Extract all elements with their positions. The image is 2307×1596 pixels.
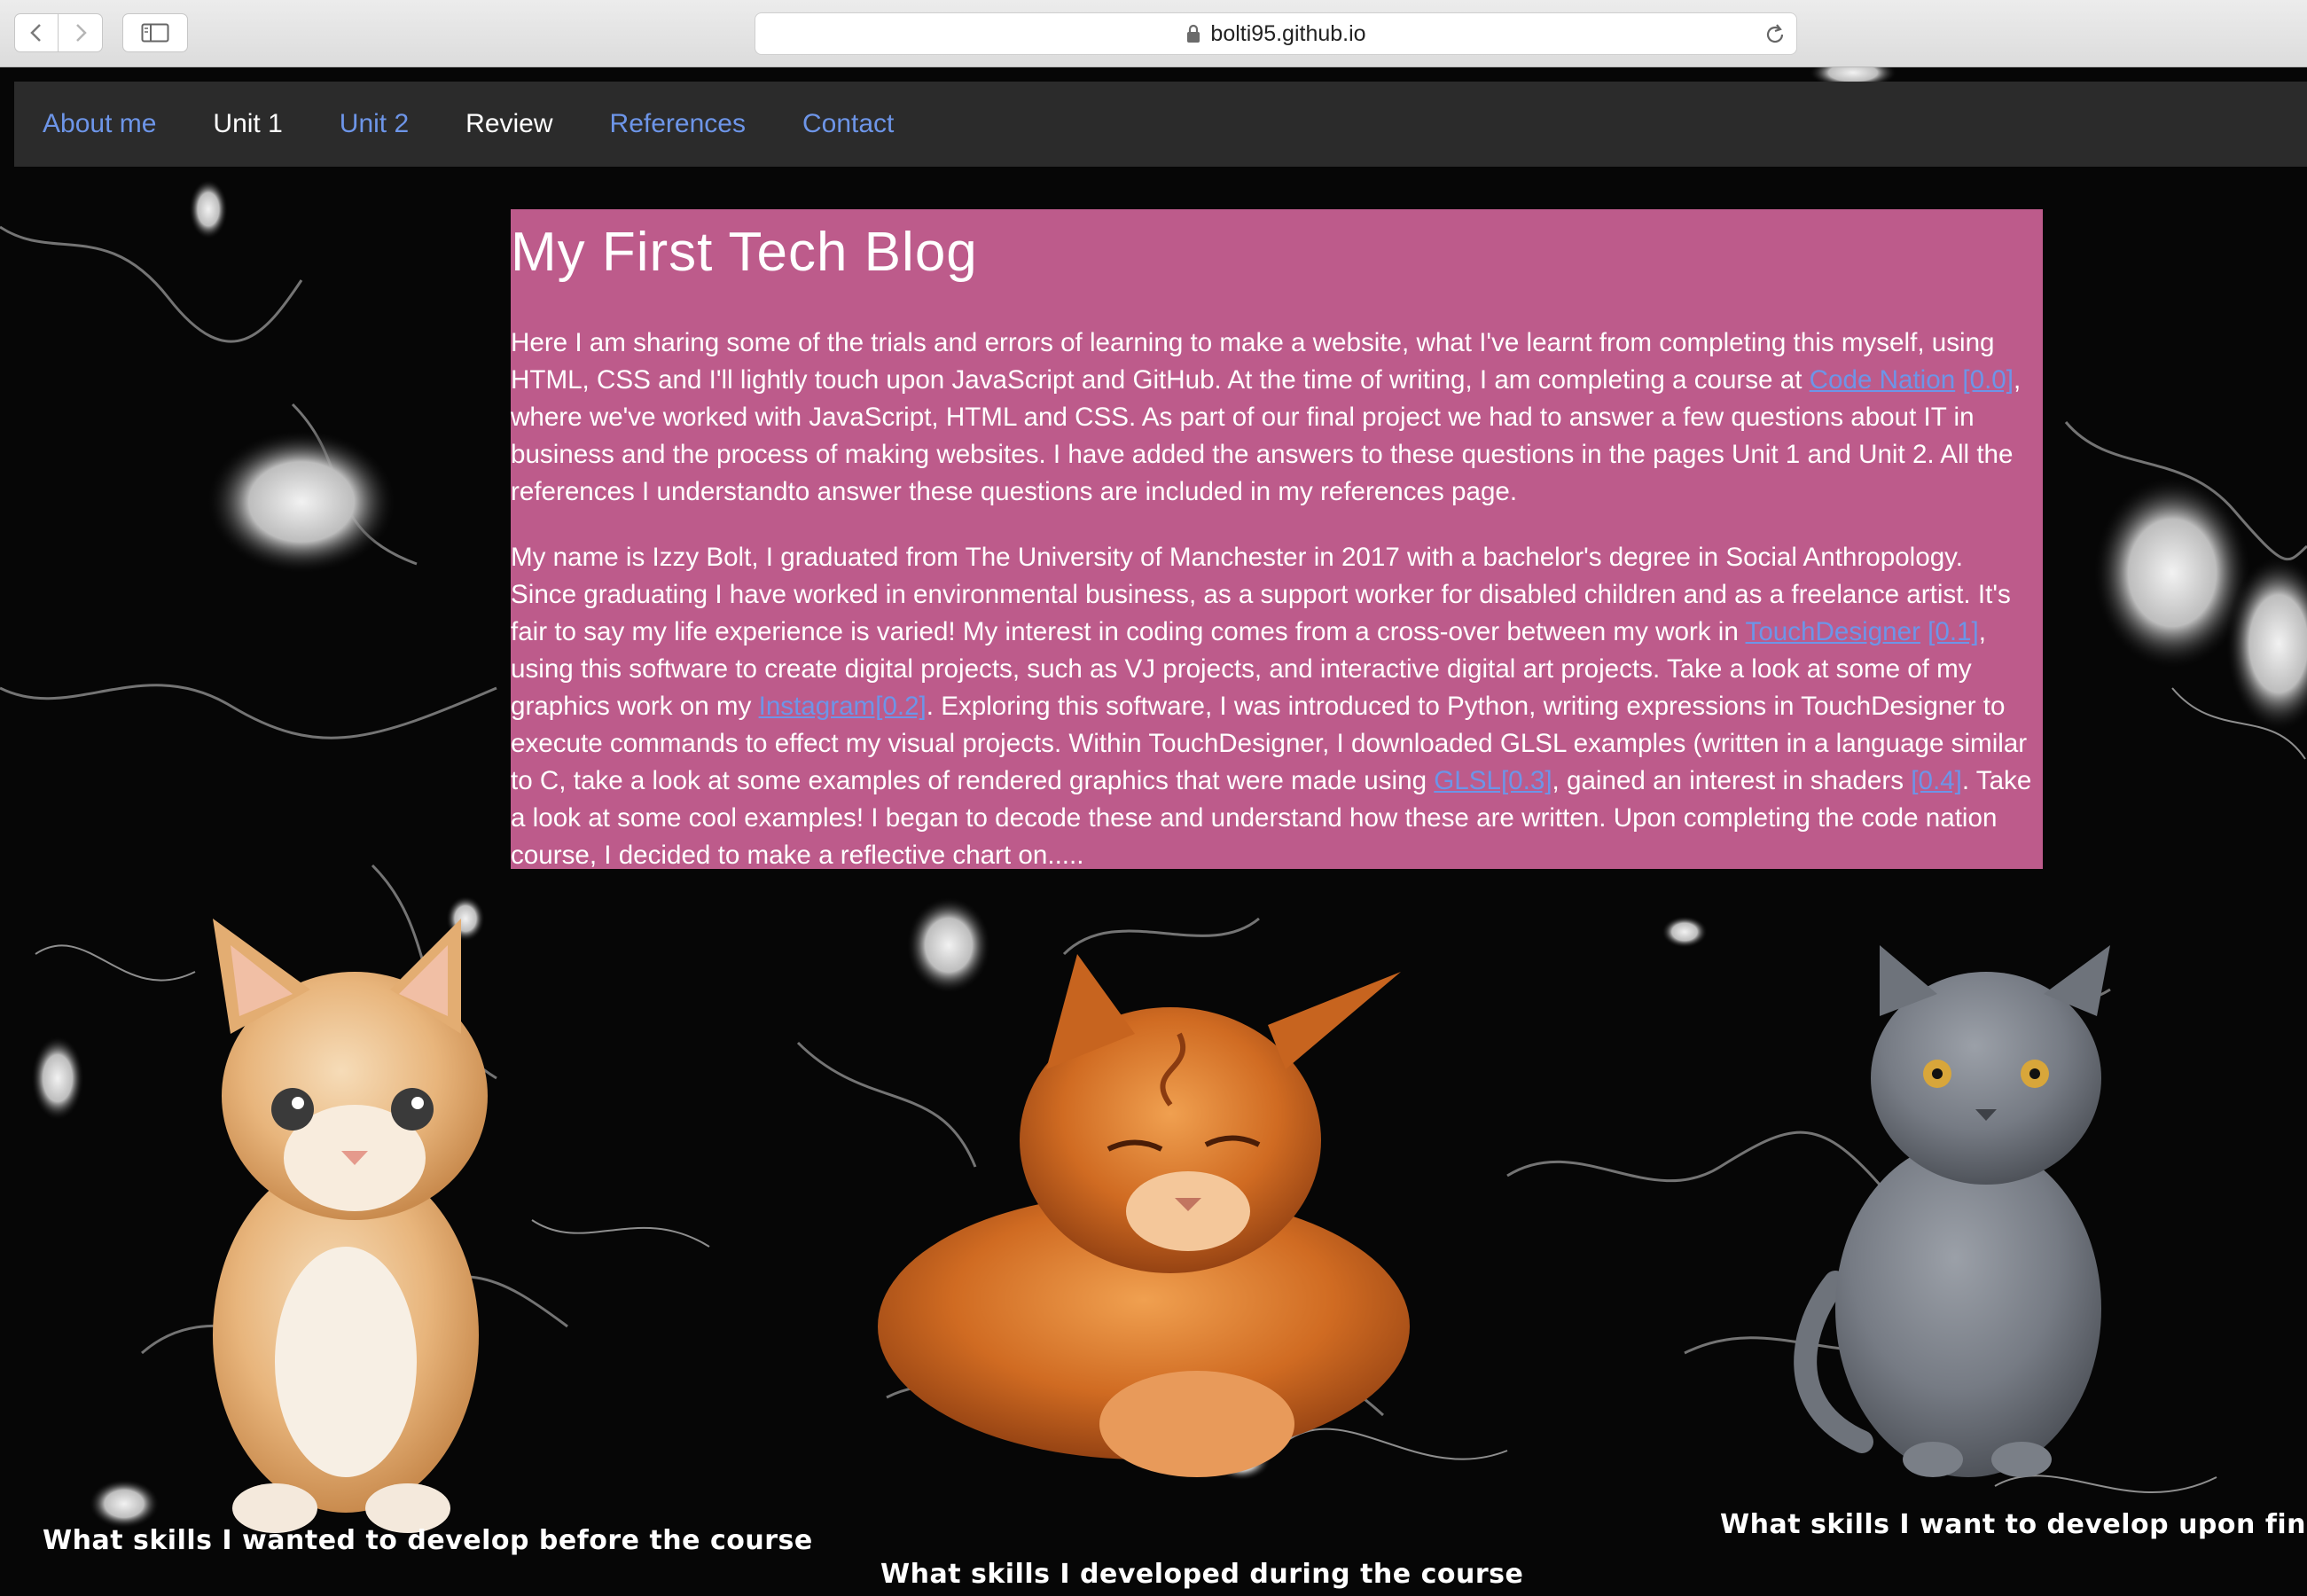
browser-toolbar: bolti95.github.io (0, 0, 2307, 67)
nav-unit-2[interactable]: Unit 2 (340, 109, 409, 139)
code-nation-link[interactable]: Code Nation (1810, 365, 1956, 395)
intro-text-1: Here I am sharing some of the trials and… (511, 328, 1995, 395)
nav-references[interactable]: References (610, 109, 746, 139)
forward-button[interactable] (59, 13, 103, 52)
ref-0-1-link[interactable]: [0.1] (1928, 617, 1979, 646)
page-title: My First Tech Blog (511, 222, 978, 283)
caption-during-course: What skills I developed during the cours… (880, 1559, 1524, 1590)
nav-review[interactable]: Review (465, 109, 552, 139)
kitten-image (213, 919, 488, 1533)
caption-after-course: What skills I want to develop upon finis… (1720, 1509, 2307, 1540)
nav-unit-1[interactable]: Unit 1 (213, 109, 282, 139)
chevron-right-icon (75, 24, 87, 42)
grey-cat-image (1794, 945, 2110, 1477)
sidebar-icon (141, 23, 169, 43)
ref-0-0-link[interactable]: [0.0] (1962, 365, 2014, 395)
address-bar[interactable]: bolti95.github.io (755, 12, 1797, 55)
chevron-left-icon (30, 24, 41, 42)
sidebar-toggle-button[interactable] (122, 13, 188, 52)
about-paragraph: My name is Izzy Bolt, I graduated from T… (511, 539, 2034, 874)
blog-content-box: My First Tech Blog Here I am sharing som… (511, 209, 2043, 870)
about-text-4: , gained an interest in shaders (1552, 766, 1912, 795)
intro-paragraph: Here I am sharing some of the trials and… (511, 325, 2034, 511)
nav-about-me[interactable]: About me (43, 109, 156, 139)
ref-0-4-link[interactable]: [0.4] (1911, 766, 1962, 795)
ginger-cat-image (878, 954, 1410, 1477)
glsl-link[interactable]: GLSL[0.3] (1434, 766, 1552, 795)
caption-before-course: What skills I wanted to develop before t… (43, 1525, 813, 1556)
instagram-link[interactable]: Instagram[0.2] (759, 692, 927, 721)
touchdesigner-link[interactable]: TouchDesigner (1746, 617, 1920, 646)
back-button[interactable] (14, 13, 59, 52)
reload-icon[interactable] (1763, 22, 1787, 47)
nav-contact[interactable]: Contact (802, 109, 894, 139)
site-nav-bar: About me Unit 1 Unit 2 Review References… (14, 82, 2307, 167)
lock-icon (1187, 24, 1200, 43)
url-text: bolti95.github.io (1210, 20, 1366, 46)
web-page: About me Unit 1 Unit 2 Review References… (0, 67, 2307, 1596)
